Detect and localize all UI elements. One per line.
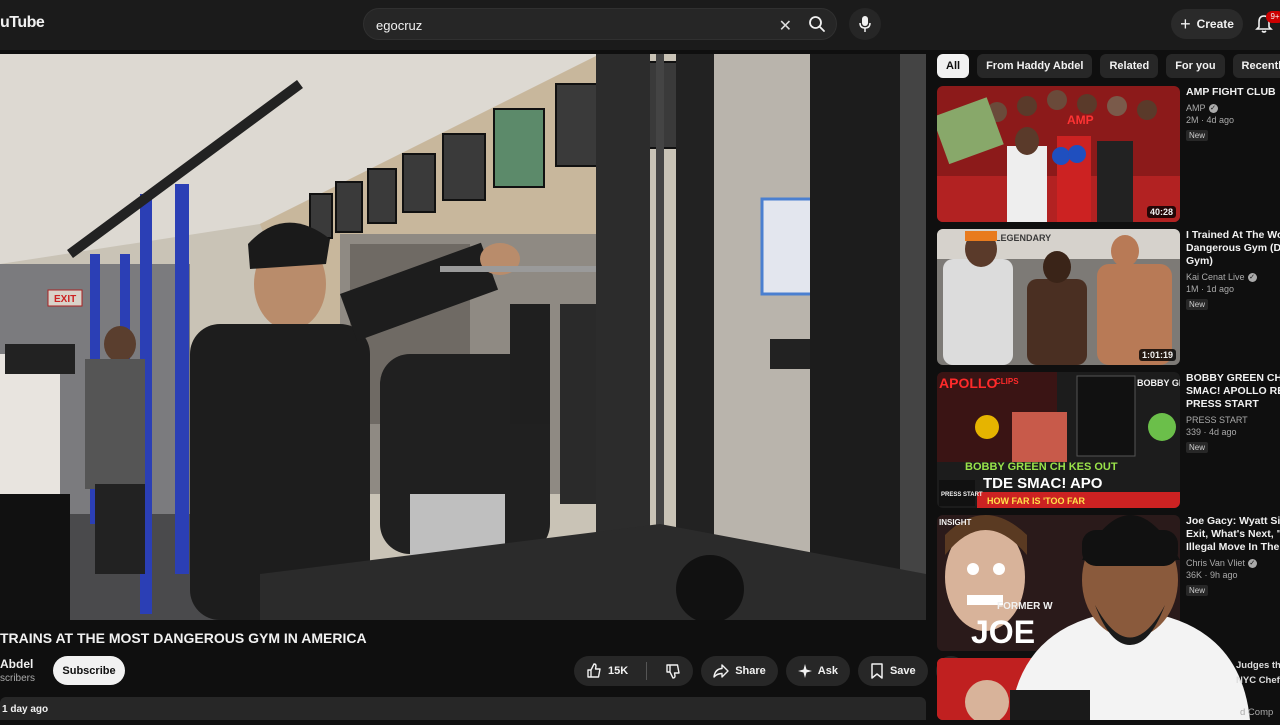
notification-count-badge: 9+ <box>1266 11 1280 23</box>
partial-recommendation-title: NYC Chef <box>1236 675 1280 686</box>
top-bar: uTube ✕ + Create 9+ <box>0 0 1280 50</box>
save-label: Save <box>889 665 916 677</box>
posted-date: 1 day ago <box>2 704 49 715</box>
exit-sign: EXIT <box>54 294 76 305</box>
thumbnail-image: AMP <box>937 86 1180 222</box>
video-title[interactable]: I Trained At The Wor Dangerous Gym (Di G… <box>1186 229 1280 268</box>
chip-recently-uploaded[interactable]: Recently uploa <box>1232 54 1280 78</box>
video-thumbnail[interactable]: LEGENDARY 1:01:19 <box>937 229 1180 365</box>
clear-search-icon[interactable]: ✕ <box>779 16 792 36</box>
voice-search-button[interactable] <box>849 8 881 40</box>
chip-from-channel[interactable]: From Haddy Abdel <box>977 54 1093 78</box>
ask-label: Ask <box>817 665 838 677</box>
dislike-button[interactable] <box>653 656 693 686</box>
search-button[interactable] <box>804 12 830 36</box>
subscribe-button[interactable]: Subscribe <box>53 656 125 685</box>
youtube-logo[interactable]: uTube <box>0 14 45 32</box>
video-info: I Trained At The Wor Dangerous Gym (Di G… <box>1186 229 1280 312</box>
insight-logo: INSIGHT <box>939 518 972 527</box>
video-title[interactable]: BOBBY GREEN CH* SMAC! APOLLO REA PRESS S… <box>1186 372 1280 411</box>
video-stats: 2M · 4d ago <box>1186 115 1235 126</box>
chip-for-you[interactable]: For you <box>1166 54 1225 78</box>
press-start-logo: PRESS START <box>941 492 983 498</box>
share-arrow-icon <box>713 664 729 678</box>
video-channel[interactable]: Kai Cenat Live ✓ <box>1186 272 1280 283</box>
channel-name[interactable]: Abdel <box>0 657 33 671</box>
streamer-webcam-overlay <box>1010 470 1270 720</box>
like-button[interactable]: 15K <box>574 656 640 686</box>
like-dislike-group: 15K <box>574 656 694 686</box>
partial-recommendation-title: Judges th <box>1236 660 1280 671</box>
subscriber-count: scribers <box>0 673 36 684</box>
video-title[interactable]: AMP FIGHT CLUB <box>1186 86 1280 99</box>
video-stats: 339 · 4d ago <box>1186 427 1237 437</box>
amp-logo-text: AMP <box>1067 113 1094 127</box>
create-label: Create <box>1196 17 1234 31</box>
video-duration: 1:01:19 <box>1138 349 1176 361</box>
recommended-video[interactable]: LEGENDARY 1:01:19 I Trained At The Wor D… <box>937 229 1280 367</box>
video-duration: 40:28 <box>1146 206 1176 218</box>
like-divider <box>646 662 648 680</box>
thumbnail-image: LEGENDARY <box>937 229 1180 365</box>
new-badge: New <box>1186 130 1209 142</box>
search-icon <box>809 16 825 32</box>
new-badge: New <box>1186 299 1209 311</box>
like-count: 15K <box>608 665 629 677</box>
thumbs-down-icon <box>666 664 680 679</box>
video-stats: 1M · 1d ago <box>1186 284 1235 295</box>
create-button[interactable]: + Create <box>1171 9 1243 39</box>
webcam-image <box>1010 515 1250 720</box>
video-info: AMP FIGHT CLUB AMP ✓ 2M · 4d ago New <box>1186 86 1280 143</box>
share-button[interactable]: Share <box>701 656 778 686</box>
verified-check-icon: ✓ <box>1247 273 1257 283</box>
plus-icon: + <box>1180 14 1191 34</box>
apollo-text: APOLLO <box>939 375 997 391</box>
share-label: Share <box>735 665 766 677</box>
legendary-sign: LEGENDARY <box>995 233 1051 243</box>
search-input[interactable] <box>374 15 758 35</box>
filter-chips: All From Haddy Abdel Related For you Rec… <box>937 54 1280 78</box>
video-thumbnail[interactable]: AMP 40:28 <box>937 86 1180 222</box>
sparkle-icon <box>797 664 812 678</box>
video-player[interactable]: EXIT <box>0 54 926 620</box>
clips-text: CLIPS <box>995 377 1019 386</box>
video-title: TRAINS AT THE MOST DANGEROUS GYM IN AMER… <box>0 630 367 646</box>
search-box: ✕ <box>363 8 837 40</box>
video-channel[interactable]: PRESS START <box>1186 415 1280 425</box>
ask-button[interactable]: Ask <box>785 656 850 686</box>
microphone-icon <box>859 16 871 32</box>
recommended-video[interactable]: AMP 40:28 AMP FIGHT CLUB AMP ✓ 2M · 4d ag… <box>937 86 1280 224</box>
verified-check-icon: ✓ <box>1208 104 1218 114</box>
video-frame: EXIT <box>0 54 926 620</box>
thumbs-up-icon <box>587 663 601 678</box>
chip-all[interactable]: All <box>937 54 970 78</box>
bobby-green-label: BOBBY GREEN <box>1137 378 1180 388</box>
chip-related[interactable]: Related <box>1100 54 1159 78</box>
save-button[interactable]: Save <box>857 656 928 686</box>
new-badge: New <box>1186 442 1209 453</box>
video-info: BOBBY GREEN CH* SMAC! APOLLO REA PRESS S… <box>1186 372 1280 455</box>
video-channel[interactable]: AMP ✓ <box>1186 103 1280 114</box>
description-box[interactable]: 1 day ago <box>0 697 926 720</box>
partial-recommendation-channel: d Comp <box>1240 707 1274 718</box>
bookmark-icon <box>871 663 883 679</box>
video-actions: 15K Share Ask Save <box>574 656 966 686</box>
